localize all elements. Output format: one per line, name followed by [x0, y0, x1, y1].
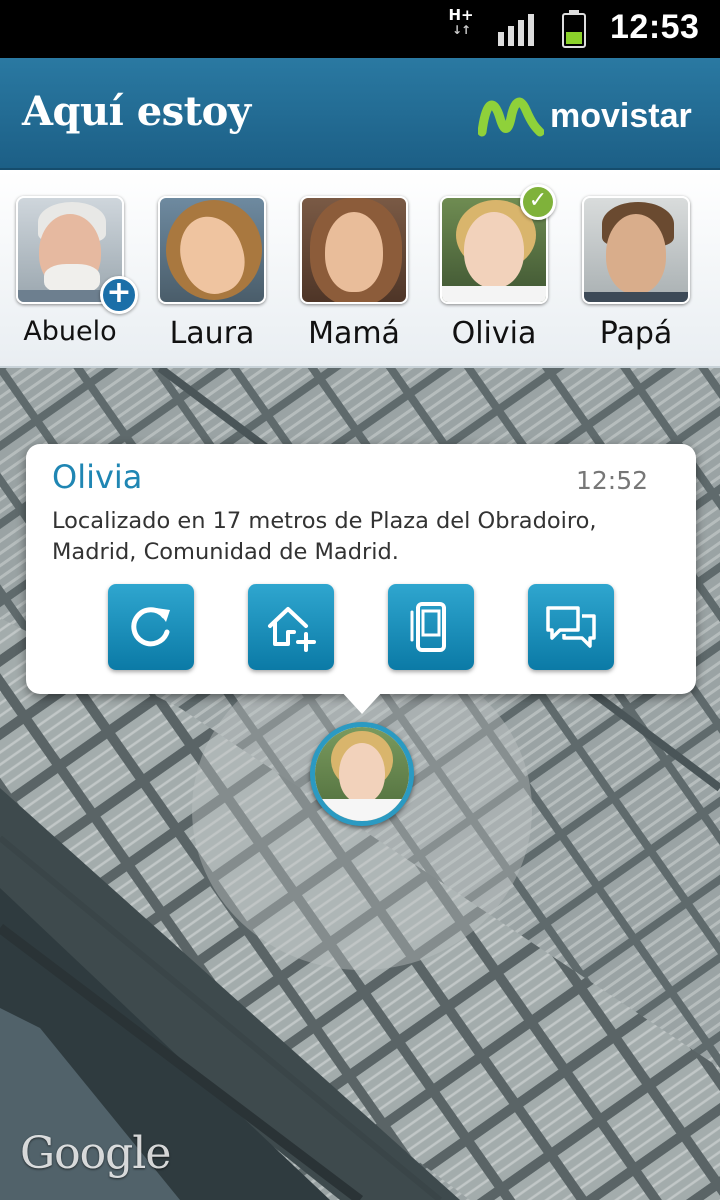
location-popup[interactable]: Olivia 12:52 Localizado en 17 metros de … [26, 444, 696, 694]
selected-check-icon: ✓ [520, 184, 556, 220]
popup-pointer [340, 690, 384, 714]
refresh-icon [131, 607, 170, 647]
contact-laura[interactable]: Laura [156, 196, 268, 351]
contacts-strip: Abuelo Laura Mamá Olivia Papá [0, 170, 720, 368]
google-logo: Google [20, 1128, 171, 1179]
data-arrows-icon: ↓↑ [451, 23, 471, 37]
call-button[interactable] [388, 584, 474, 670]
refresh-button[interactable] [108, 584, 194, 670]
status-bar: H+ ↓↑ 12:53 [0, 0, 720, 58]
app-bar: Aquí estoy movistar [0, 58, 720, 170]
avatar [158, 196, 266, 304]
brand: movistar [478, 92, 692, 140]
clock: 12:53 [610, 8, 700, 46]
movistar-logo-icon [478, 97, 544, 137]
avatar [300, 196, 408, 304]
popup-contact-name: Olivia [52, 458, 143, 496]
popup-address: Localizado en 17 metros de Plaza del Obr… [52, 508, 597, 565]
popup-timestamp: 12:52 [575, 466, 648, 495]
signal-icon [498, 14, 534, 46]
brand-name: movistar [550, 96, 692, 135]
contact-name: Papá [599, 316, 673, 351]
add-home-button[interactable] [248, 584, 334, 670]
avatar [582, 196, 690, 304]
network-indicator: H+ ↓↑ [447, 8, 475, 38]
message-button[interactable] [528, 584, 614, 670]
add-contact-icon[interactable]: + [100, 276, 138, 314]
location-marker-olivia[interactable] [310, 722, 414, 826]
network-type: H+ [448, 6, 474, 24]
contact-name: Mamá [308, 316, 400, 351]
phone-icon [410, 602, 446, 652]
contact-name: Laura [169, 316, 255, 351]
battery-icon [562, 10, 586, 48]
contact-mama[interactable]: Mamá [298, 196, 410, 351]
home-add-icon [268, 607, 316, 652]
chat-icon [546, 606, 596, 648]
contact-papa[interactable]: Papá [580, 196, 692, 351]
contact-abuelo[interactable]: Abuelo [14, 196, 126, 347]
contact-name: Abuelo [23, 316, 117, 347]
popup-actions [108, 584, 628, 670]
contact-name: Olivia [451, 316, 537, 351]
app-title: Aquí estoy [22, 88, 251, 135]
